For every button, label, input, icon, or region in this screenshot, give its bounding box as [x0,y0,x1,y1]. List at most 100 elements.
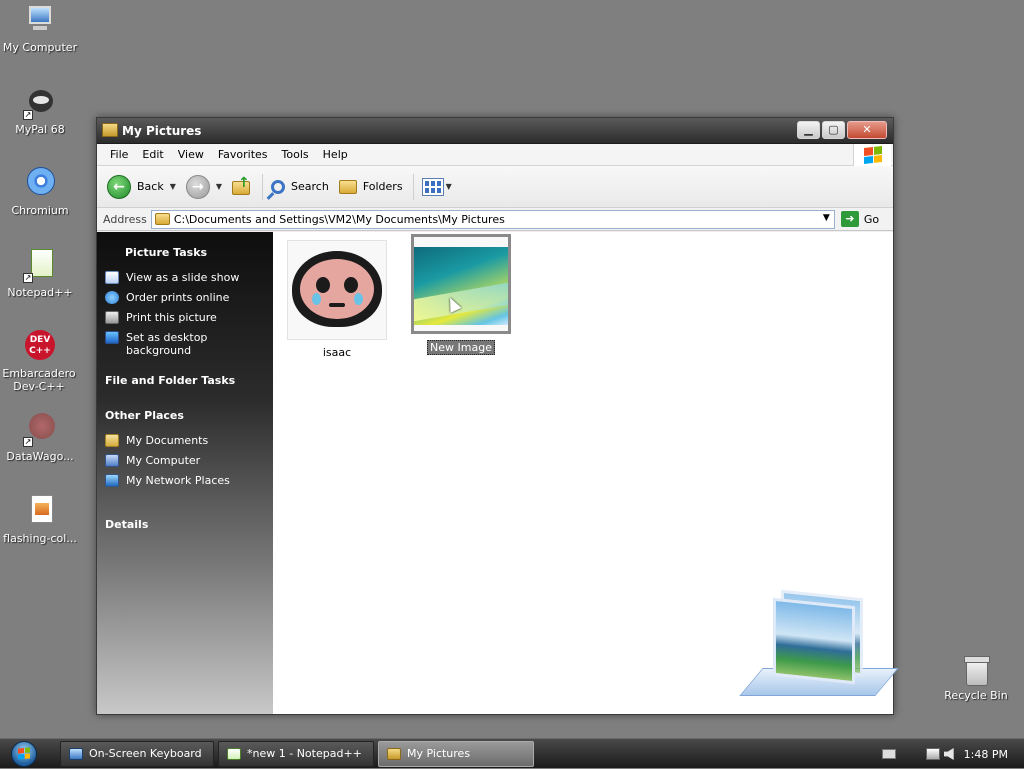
computer-icon [23,4,57,38]
clock[interactable]: 1:48 PM [964,748,1008,761]
task-print[interactable]: Print this picture [97,311,273,324]
toolbar-separator [262,173,264,200]
desktop-background-icon [105,331,119,344]
go-arrow-icon: ➜ [840,211,859,227]
task-set-background[interactable]: Set as desktop background [97,331,273,357]
taskbar: On-Screen Keyboard *new 1 - Notepad++ My… [0,738,1024,768]
desktop-icon-label: DataWago... [6,450,74,463]
close-button[interactable]: ✕ [847,121,887,139]
notepad-plus-plus-icon: ↗ [23,249,57,283]
pictures-watermark-image [739,589,899,708]
address-bar: Address C:\Documents and Settings\VM2\My… [97,208,893,231]
windows-flag-icon [863,146,882,164]
desktop-icon-chromium[interactable]: Chromium [0,167,80,217]
menu-view[interactable]: View [171,148,211,161]
file-thumbnail-isaac[interactable]: isaac [285,240,389,359]
place-my-computer[interactable]: My Computer [97,454,273,467]
shortcut-arrow-icon: ↗ [23,273,33,283]
start-button[interactable] [6,739,42,769]
address-input[interactable]: C:\Documents and Settings\VM2\My Documen… [150,209,835,229]
details-heading[interactable]: Details [97,518,273,531]
back-button[interactable]: ← Back ▼ [107,174,176,199]
task-label: View as a slide show [126,271,240,284]
task-pane: Picture Tasks View as a slide show Order… [97,232,273,714]
file-name: isaac [322,346,352,359]
file-folder-tasks-heading[interactable]: File and Folder Tasks [97,374,273,387]
views-button[interactable]: ▼ [421,177,452,196]
search-label: Search [291,180,329,193]
taskbar-button-notepadpp[interactable]: *new 1 - Notepad++ [218,740,374,767]
menu-bar: File Edit View Favorites Tools Help [97,144,893,166]
caption-buttons: ▁ ▢ ✕ [797,121,887,139]
datawago-icon: ↗ [23,413,57,447]
desktop-icon-recycle-bin[interactable]: Recycle Bin [940,656,1012,702]
menu-favorites[interactable]: Favorites [211,148,275,161]
toolbar-separator [412,173,414,200]
title-bar[interactable]: My Pictures ▁ ▢ ✕ [97,118,893,144]
task-order-prints[interactable]: Order prints online [97,291,273,304]
back-arrow-icon: ← [107,174,131,199]
chevron-down-icon[interactable]: ▼ [823,213,830,223]
chevron-down-icon[interactable]: ▼ [170,182,176,191]
desktop-icon-label: Notepad++ [7,286,73,299]
up-button[interactable]: ↑ [232,175,252,197]
place-my-network[interactable]: My Network Places [97,474,273,487]
desktop-icon-mypal[interactable]: ↗ MyPal 68 [0,86,80,136]
system-tray: 1:48 PM [881,739,1024,769]
desktop-icon-label: My Computer [2,41,78,54]
task-label: Print this picture [126,311,217,324]
folder-icon [154,213,170,225]
place-my-documents[interactable]: My Documents [97,434,273,447]
isaac-face-image [292,251,382,327]
file-icon [23,495,57,529]
go-button[interactable]: ➜ Go [840,211,879,227]
window-body: Picture Tasks View as a slide show Order… [97,232,899,714]
desktop-icon-devcpp[interactable]: DEV C++ Embarcadero Dev-C++ [0,330,78,393]
desktop-icon-notepadpp[interactable]: ↗ Notepad++ [0,249,80,299]
printer-icon [105,311,119,324]
file-name: New Image [427,340,495,355]
views-icon [421,177,444,196]
search-button[interactable]: Search [271,179,329,194]
windows-logo [853,144,891,166]
thumbnail-frame [411,234,511,334]
maximize-button[interactable]: ▢ [822,121,845,139]
desktop-icon-my-computer[interactable]: My Computer [0,4,80,54]
chevron-down-icon[interactable]: ▼ [216,182,222,191]
notepad-plus-plus-icon [227,747,241,760]
place-label: My Network Places [126,474,230,487]
wallpaper-image [414,247,508,325]
file-view[interactable]: isaac New Image [273,232,899,714]
taskbar-button-my-pictures[interactable]: My Pictures [378,740,534,767]
minimize-button[interactable]: ▁ [797,121,820,139]
desktop-icon-flashing[interactable]: flashing-col... [0,495,80,545]
desktop-icon-datawago[interactable]: ↗ DataWago... [0,413,80,463]
toolbar: ← Back ▼ → ▼ ↑ Search Folders ▼ [97,166,893,208]
dev-cpp-icon: DEV C++ [22,330,56,364]
task-slideshow[interactable]: View as a slide show [97,271,273,284]
network-icon [105,474,119,487]
forward-arrow-icon: → [185,174,210,199]
taskbar-label: *new 1 - Notepad++ [247,747,362,760]
file-thumbnail-new-image[interactable]: New Image [409,234,513,355]
speaker-icon[interactable] [943,748,954,760]
desktop-icon-label: MyPal 68 [15,123,65,136]
folders-button[interactable]: Folders [338,179,403,194]
network-icon[interactable] [925,748,940,760]
task-label: Order prints online [126,291,230,304]
menu-tools[interactable]: Tools [275,148,316,161]
documents-folder-icon [105,434,119,447]
address-path: C:\Documents and Settings\VM2\My Documen… [173,212,505,226]
other-places-heading[interactable]: Other Places [97,409,273,422]
keyboard-icon[interactable] [881,749,896,759]
picture-tasks-heading[interactable]: Picture Tasks [97,246,273,259]
desktop-icon-label: Embarcadero Dev-C++ [2,367,76,393]
slideshow-icon [105,271,119,284]
taskbar-button-on-screen-keyboard[interactable]: On-Screen Keyboard [60,740,214,767]
menu-file[interactable]: File [103,148,135,161]
menu-help[interactable]: Help [316,148,355,161]
folders-icon [338,179,357,194]
folder-up-icon: ↑ [232,175,252,197]
menu-edit[interactable]: Edit [135,148,170,161]
forward-button[interactable]: → ▼ [185,174,222,199]
